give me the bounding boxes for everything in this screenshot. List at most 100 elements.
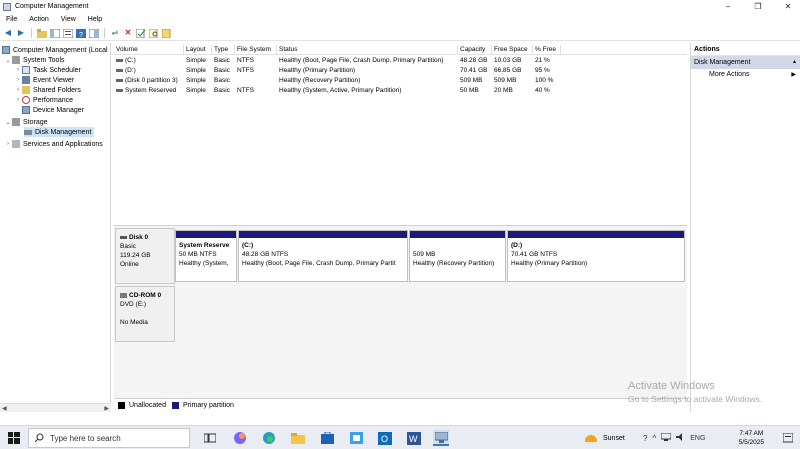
chevron-up-icon[interactable]: ^ <box>652 434 656 443</box>
more-actions-item[interactable]: More Actions ▶ <box>691 69 800 81</box>
chevron-right-icon[interactable]: › <box>14 67 22 73</box>
language-indicator[interactable]: ENG <box>690 435 705 442</box>
toolbar: ◀ ▶ ? ⇌ ✕ <box>0 26 800 41</box>
column-free-space[interactable]: Free Space <box>492 45 533 55</box>
minimize-button[interactable]: – <box>716 0 740 13</box>
table-row[interactable]: System Reserved Simple Basic NTFS Health… <box>114 86 687 96</box>
unallocated-swatch <box>118 402 125 409</box>
disk-0-status: Online <box>120 261 139 268</box>
partition-system-reserved[interactable]: System Reserve 50 MB NTFS Healthy (Syste… <box>175 230 237 282</box>
copilot-icon[interactable] <box>232 430 248 446</box>
svg-text:W: W <box>409 434 418 444</box>
tree-item-event-viewer[interactable]: › Event Viewer <box>14 75 74 85</box>
partition-recovery[interactable]: 509 MB Healthy (Recovery Partition) <box>409 230 506 282</box>
console-tree-icon[interactable] <box>50 28 60 38</box>
chevron-right-icon[interactable]: › <box>14 87 22 93</box>
column-status[interactable]: Status <box>277 45 458 55</box>
search-placeholder: Type here to search <box>50 433 121 443</box>
computer-management-taskbar-icon[interactable] <box>433 430 449 446</box>
tree-item-services[interactable]: › Services and Applications <box>4 139 103 149</box>
column-file-system[interactable]: File System <box>235 45 277 55</box>
format-icon[interactable] <box>162 28 172 38</box>
tree-item-performance[interactable]: › Performance <box>14 95 73 105</box>
actions-section-disk-management[interactable]: Disk Management ▴ <box>691 56 800 69</box>
show-hide-icon[interactable] <box>89 28 99 38</box>
tree-item-disk-management[interactable]: Disk Management <box>24 127 95 137</box>
properties-icon[interactable] <box>63 28 73 38</box>
outlook-icon[interactable]: O <box>377 430 393 446</box>
clock[interactable]: 7:47 AM 5/5/2025 <box>739 429 764 447</box>
folder-icon <box>22 86 30 94</box>
speaker-icon[interactable] <box>676 433 685 443</box>
network-icon[interactable] <box>660 432 672 443</box>
column-percent-free[interactable]: % Free <box>533 45 561 55</box>
check-icon[interactable] <box>136 28 146 38</box>
weather-widget[interactable]: Sunset <box>584 426 625 449</box>
column-volume[interactable]: Volume <box>114 45 184 55</box>
partition-status: Healthy (Boot, Page File, Crash Dump, Pr… <box>242 260 396 267</box>
notifications-icon[interactable] <box>780 430 796 446</box>
folder-up-icon[interactable] <box>37 28 47 38</box>
type-cell: Basic <box>214 57 230 64</box>
tree-item-system-tools[interactable]: ⌄ System Tools <box>4 55 65 65</box>
horizontal-scrollbar[interactable]: ◀ ▶ <box>0 403 111 412</box>
chevron-right-icon[interactable]: › <box>4 141 12 147</box>
capacity-cell: 509 MB <box>460 77 483 84</box>
edge-icon[interactable] <box>261 430 277 446</box>
partition-d[interactable]: (D:) 70.41 GB NTFS Healthy (Primary Part… <box>507 230 685 282</box>
legend-primary: Primary partition <box>182 402 234 409</box>
column-capacity[interactable]: Capacity <box>458 45 492 55</box>
table-row[interactable]: (C:) Simple Basic NTFS Healthy (Boot, Pa… <box>114 56 687 66</box>
cdrom-0-label[interactable]: CD-ROM 0 DVD (E:) No Media <box>115 286 175 342</box>
type-cell: Basic <box>214 77 230 84</box>
forward-icon[interactable]: ▶ <box>16 28 26 38</box>
file-explorer-icon[interactable] <box>290 430 306 446</box>
cdrom-0-area[interactable] <box>175 286 686 342</box>
menu-bar: File Action View Help <box>0 13 800 26</box>
help-circle-icon[interactable]: ? <box>643 434 647 443</box>
chevron-right-icon[interactable]: › <box>14 77 22 83</box>
store-icon[interactable] <box>319 430 335 446</box>
menu-action[interactable]: Action <box>23 16 54 23</box>
maximize-button[interactable]: ❐ <box>746 0 770 13</box>
menu-file[interactable]: File <box>0 16 23 23</box>
windows-start-icon[interactable] <box>6 430 22 446</box>
clock-date: 5/5/2025 <box>738 439 764 446</box>
taskbar-search[interactable]: Type here to search <box>28 428 190 448</box>
navigation-tree: Computer Management (Local ⌄ System Tool… <box>0 43 111 412</box>
services-icon <box>12 140 20 148</box>
partition-status: Healthy (System, <box>179 260 229 267</box>
delete-icon[interactable]: ✕ <box>123 28 133 38</box>
back-icon[interactable]: ◀ <box>3 28 13 38</box>
column-type[interactable]: Type <box>212 45 235 55</box>
snipping-icon[interactable] <box>348 430 364 446</box>
tree-item-device-manager[interactable]: Device Manager <box>22 105 84 115</box>
search-doc-icon[interactable] <box>149 28 159 38</box>
disk-0-label[interactable]: Disk 0 Basic 119.24 GB Online <box>115 228 175 284</box>
menu-view[interactable]: View <box>55 16 82 23</box>
close-button[interactable]: ✕ <box>776 0 800 13</box>
tree-item-shared-folders[interactable]: › Shared Folders <box>14 85 81 95</box>
collapse-icon[interactable]: ▴ <box>793 56 796 69</box>
menu-help[interactable]: Help <box>82 16 108 23</box>
computer-icon <box>2 46 10 54</box>
task-view-icon[interactable] <box>202 430 218 446</box>
table-row[interactable]: (Disk 0 partition 3) Simple Basic Health… <box>114 76 687 86</box>
tree-item-storage[interactable]: ⌄ Storage <box>4 117 48 127</box>
column-layout[interactable]: Layout <box>184 45 212 55</box>
connect-drive-icon[interactable]: ⇌ <box>110 28 120 38</box>
table-row[interactable]: (D:) Simple Basic NTFS Healthy (Primary … <box>114 66 687 76</box>
scroll-left-icon[interactable]: ◀ <box>2 405 7 412</box>
disk-0-size: 119.24 GB <box>120 252 151 259</box>
chevron-down-icon[interactable]: ⌄ <box>4 57 12 64</box>
chevron-down-icon[interactable]: ⌄ <box>4 119 12 126</box>
tree-item-performance-label: Performance <box>33 96 74 104</box>
free-space-cell: 66.85 GB <box>494 67 522 74</box>
partition-c[interactable]: (C:) 48.28 GB NTFS Healthy (Boot, Page F… <box>238 230 408 282</box>
tree-item-task-scheduler[interactable]: › Task Scheduler <box>14 65 81 75</box>
tree-item-root[interactable]: Computer Management (Local <box>2 45 108 55</box>
scroll-right-icon[interactable]: ▶ <box>104 405 109 412</box>
help-icon[interactable]: ? <box>76 28 86 38</box>
chevron-right-icon[interactable]: › <box>14 97 22 103</box>
word-icon[interactable]: W <box>406 430 422 446</box>
